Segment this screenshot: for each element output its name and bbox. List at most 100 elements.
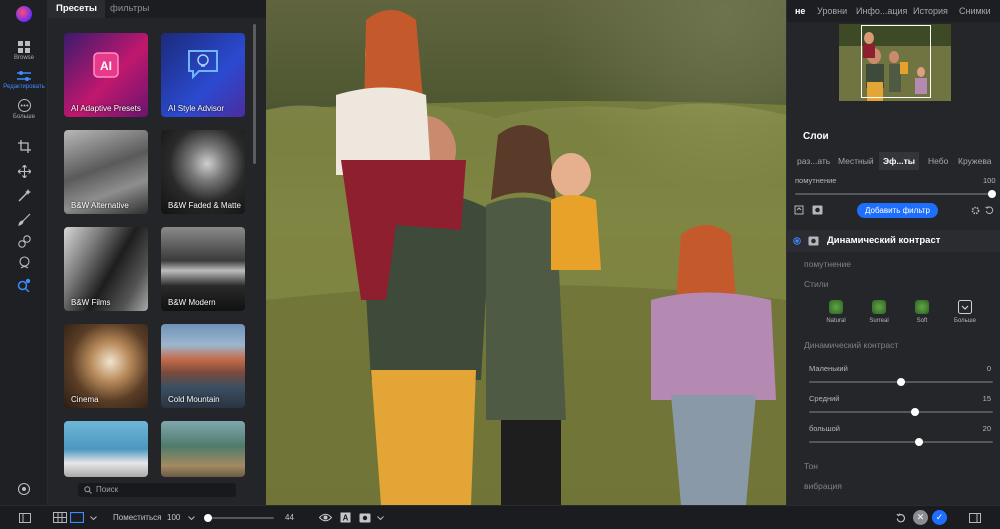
preset-tile-bw-modern[interactable]: B&W Modern [161, 227, 245, 311]
eye-icon[interactable] [319, 513, 332, 522]
photo-canvas[interactable] [266, 0, 786, 505]
style-label: Soft [916, 318, 928, 324]
zoom-value[interactable]: 100 [167, 506, 180, 529]
preset-tile-bw-films[interactable]: B&W Films [64, 227, 148, 311]
style-surreal[interactable]: Surreal [861, 300, 897, 324]
edit-tool[interactable]: Редактировать [0, 70, 48, 90]
compare-icon[interactable] [359, 513, 371, 523]
opacity-slider-track[interactable] [795, 193, 993, 195]
tab-local[interactable]: Местный [838, 152, 874, 170]
filter-name: Динамический контраст [827, 235, 941, 246]
grid-view-icon[interactable] [53, 512, 67, 523]
lightbulb-chat-icon [188, 50, 218, 80]
tab-portrait[interactable]: Кружева [958, 152, 992, 170]
erase-tool[interactable] [0, 189, 48, 202]
opacity-slider-knob[interactable] [988, 190, 996, 198]
tab-presets[interactable]: Пресеты [48, 0, 105, 18]
tab-levels[interactable]: Уровни [817, 0, 847, 22]
slider-value: 0 [986, 364, 991, 373]
tab-effects[interactable]: Эф...ты [879, 152, 919, 170]
search-tool[interactable] [0, 278, 48, 292]
size-slider-knob[interactable] [203, 514, 212, 522]
mask-icon[interactable] [794, 205, 804, 215]
style-natural[interactable]: Natural [818, 300, 854, 324]
preset-label: Cinema [71, 395, 99, 404]
filter-mask-icon[interactable] [808, 236, 819, 246]
slider-knob[interactable] [910, 408, 919, 416]
preset-tile-bw-faded-matte[interactable]: B&W Faded & Matte [161, 130, 245, 214]
transform-tool[interactable] [0, 165, 48, 178]
tab-develop[interactable]: раз...ать [797, 152, 830, 170]
chevron-down-icon[interactable] [90, 516, 97, 521]
gear-icon[interactable] [971, 206, 980, 215]
zoom-dropdown-icon[interactable] [188, 516, 195, 521]
right-panel: не Уровни Инфо...ация История Снимки Сло… [786, 0, 1000, 505]
add-filter-button[interactable]: Добавить фильтр [857, 203, 938, 218]
presets-tabs: Пресеты фильтры [48, 0, 266, 18]
panel-toggle-left-icon[interactable] [19, 513, 31, 523]
left-toolbar: Browse Редактировать Больше [0, 0, 48, 505]
slider-label: Средний [809, 394, 840, 403]
single-view-icon[interactable] [70, 512, 84, 523]
preset-label: Cold Mountain [168, 395, 220, 404]
slider-track[interactable] [809, 441, 993, 443]
size-slider-track[interactable] [204, 517, 274, 519]
presets-scrollbar[interactable] [253, 24, 256, 164]
slider-track[interactable] [809, 411, 993, 413]
dynamic-contrast-label: Динамический контраст [804, 340, 899, 350]
reset-icon[interactable] [985, 206, 994, 215]
tab-history[interactable]: История [913, 0, 948, 22]
retouch-tool[interactable] [0, 213, 48, 226]
slider-knob[interactable] [915, 438, 924, 446]
style-soft[interactable]: Soft [904, 300, 940, 324]
panel-toggle-right-icon[interactable] [969, 513, 981, 523]
navigator-thumbnail[interactable] [839, 24, 951, 101]
slider-value: 20 [982, 424, 991, 433]
right-tabs: не Уровни Инфо...ация История Снимки [787, 0, 1000, 22]
svg-text:A: A [343, 514, 349, 523]
style-label: Больше [954, 318, 976, 324]
filter-header[interactable]: Динамический контраст [787, 230, 1000, 252]
ai-chip-icon: AI [93, 52, 119, 78]
preset-tile-row5-left[interactable] [64, 421, 148, 477]
search-placeholder: Поиск [96, 485, 119, 494]
account-tool[interactable] [0, 482, 48, 496]
magic-wand-icon [17, 189, 31, 202]
preset-label: AI Adaptive Presets [71, 104, 141, 113]
tab-filters[interactable]: фильтры [102, 0, 157, 18]
slider-knob[interactable] [897, 378, 905, 386]
layer-mask-icon[interactable] [812, 205, 823, 215]
preset-tile-cold-mountain[interactable]: Cold Mountain [161, 324, 245, 408]
preset-tile-row5-right[interactable] [161, 421, 245, 477]
crop-tool[interactable] [0, 140, 48, 153]
preset-tile-cinema[interactable]: Cinema [64, 324, 148, 408]
tab-navigator[interactable]: не [795, 0, 805, 22]
text-overlay-icon[interactable]: A [340, 512, 351, 523]
style-more[interactable]: Больше [947, 300, 983, 324]
shapes-tool[interactable] [0, 235, 48, 248]
fit-button[interactable]: Поместиться [113, 506, 161, 529]
layer-tabs: раз...ать Местный Эф...ты Небо Кружева [787, 152, 1000, 170]
presets-search-input[interactable]: Поиск [78, 483, 236, 497]
preset-tile-bw-alternative[interactable]: B&W Alternative [64, 130, 148, 214]
portrait-tool[interactable] [0, 256, 48, 269]
tab-info[interactable]: Инфо...ация [856, 0, 907, 22]
opacity-label: помутнение [795, 176, 837, 185]
cancel-button[interactable]: ✕ [913, 510, 928, 525]
browse-tool[interactable]: Browse [0, 41, 48, 61]
edit-label: Редактировать [3, 84, 45, 90]
tab-sky[interactable]: Небо [928, 152, 948, 170]
tab-snapshots[interactable]: Снимки [959, 0, 991, 22]
preset-tile-ai-adaptive[interactable]: AI AI Adaptive Presets [64, 33, 148, 117]
close-icon: ✕ [916, 512, 925, 522]
navigator-viewport[interactable] [861, 25, 931, 98]
preset-label: B&W Faded & Matte [168, 201, 241, 210]
undo-icon[interactable] [896, 513, 906, 523]
preset-tile-ai-style-advisor[interactable]: AI Style Advisor [161, 33, 245, 117]
slider-label: большой [809, 424, 840, 433]
compare-dropdown-icon[interactable] [377, 516, 384, 521]
settings-person-icon [17, 482, 31, 496]
more-tool[interactable]: Больше [0, 99, 48, 120]
filter-toggle-icon[interactable] [793, 237, 801, 245]
apply-button[interactable]: ✓ [932, 510, 947, 525]
